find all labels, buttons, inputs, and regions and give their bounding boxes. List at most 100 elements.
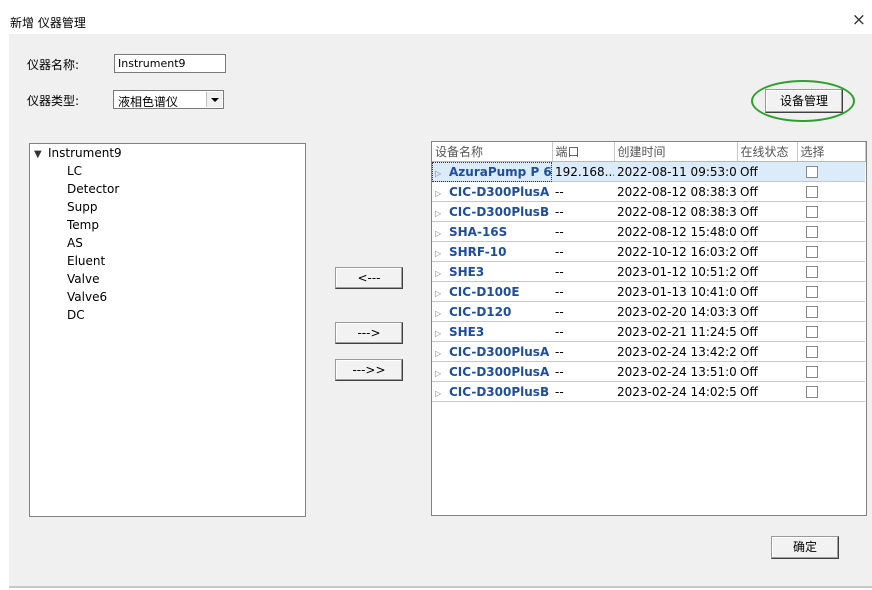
device-name-cell[interactable]: ▷ CIC-D300PlusA xyxy=(432,181,552,202)
dropdown-arrow-icon[interactable] xyxy=(206,92,222,107)
expand-triangle-icon[interactable]: ▷ xyxy=(435,169,449,178)
add-all-button[interactable]: --->> xyxy=(335,359,403,381)
device-name-cell[interactable]: ▷ CIC-D300PlusA xyxy=(432,341,552,362)
expand-triangle-icon[interactable]: ▷ xyxy=(435,209,449,218)
created-cell: 2022-08-12 08:38:32 xyxy=(614,181,737,202)
select-cell[interactable] xyxy=(797,361,865,382)
select-cell[interactable] xyxy=(797,321,865,342)
table-row[interactable]: ▷ CIC-D120 -- 2023-02-20 14:03:37 Off xyxy=(432,301,865,322)
device-name-cell[interactable]: ▷AzuraPump P 6... xyxy=(432,161,552,182)
select-checkbox[interactable] xyxy=(806,326,818,338)
tree-item[interactable]: AS xyxy=(67,236,83,250)
table-row[interactable]: ▷ CIC-D300PlusB -- 2022-08-12 08:38:39 Off xyxy=(432,201,865,222)
table-row[interactable]: ▷ SHE3 -- 2023-01-12 10:51:20 Off xyxy=(432,261,865,282)
expand-triangle-icon[interactable]: ▷ xyxy=(435,189,449,198)
device-name-cell[interactable]: ▷ CIC-D100E xyxy=(432,281,552,302)
table-row[interactable]: ▷ CIC-D300PlusB -- 2023-02-24 14:02:51 Off xyxy=(432,381,865,402)
tree-item[interactable]: LC xyxy=(67,164,82,178)
device-name-cell[interactable]: ▷ SHA-16S xyxy=(432,221,552,242)
select-checkbox[interactable] xyxy=(806,246,818,258)
device-name-cell[interactable]: ▷ SHE3 xyxy=(432,321,552,342)
device-name: CIC-D300PlusA xyxy=(449,364,550,379)
tree-item[interactable]: Temp xyxy=(67,218,99,232)
device-manage-button[interactable]: 设备管理 xyxy=(765,89,843,113)
device-name: SHE3 xyxy=(449,324,485,339)
select-cell[interactable] xyxy=(797,301,865,322)
select-checkbox[interactable] xyxy=(806,306,818,318)
expand-triangle-icon[interactable]: ▷ xyxy=(435,369,449,378)
status-cell: Off xyxy=(737,221,797,242)
device-name: CIC-D100E xyxy=(449,284,520,299)
device-name-cell[interactable]: ▷ CIC-D300PlusA xyxy=(432,361,552,382)
chevron-down-icon[interactable]: ▼ xyxy=(34,149,48,160)
select-cell[interactable] xyxy=(797,201,865,222)
expand-triangle-icon[interactable]: ▷ xyxy=(435,249,449,258)
tree-root[interactable]: ▼ Instrument9 xyxy=(34,146,122,160)
col-header-created[interactable]: 创建时间 xyxy=(614,142,738,162)
table-row[interactable]: ▷ SHE3 -- 2023-02-21 11:24:55 Off xyxy=(432,321,865,342)
tree-item[interactable]: Eluent xyxy=(67,254,105,268)
expand-triangle-icon[interactable]: ▷ xyxy=(435,289,449,298)
select-checkbox[interactable] xyxy=(806,186,818,198)
ok-button[interactable]: 确定 xyxy=(771,536,839,559)
table-row[interactable]: ▷ CIC-D300PlusA -- 2022-08-12 08:38:32 Off xyxy=(432,181,865,202)
select-cell[interactable] xyxy=(797,181,865,202)
select-cell[interactable] xyxy=(797,221,865,242)
device-name-cell[interactable]: ▷ CIC-D300PlusB xyxy=(432,381,552,402)
col-header-port[interactable]: 端口 xyxy=(552,142,615,162)
tree-item[interactable]: Valve xyxy=(67,272,99,286)
expand-triangle-icon[interactable]: ▷ xyxy=(435,329,449,338)
table-row[interactable]: ▷ CIC-D300PlusA -- 2023-02-24 13:42:28 Off xyxy=(432,341,865,362)
tree-item[interactable]: Detector xyxy=(67,182,119,196)
created-cell: 2023-01-13 10:41:00 xyxy=(614,281,737,302)
select-checkbox[interactable] xyxy=(806,386,818,398)
close-icon[interactable]: × xyxy=(852,10,866,30)
select-checkbox[interactable] xyxy=(806,166,818,178)
device-name-cell[interactable]: ▷ SHE3 xyxy=(432,261,552,282)
select-checkbox[interactable] xyxy=(806,226,818,238)
select-checkbox[interactable] xyxy=(806,206,818,218)
table-row[interactable]: ▷AzuraPump P 6...192.168....2022-08-11 0… xyxy=(432,161,865,182)
select-checkbox[interactable] xyxy=(806,346,818,358)
tree-item[interactable]: Valve6 xyxy=(67,290,107,304)
col-header-device-name[interactable]: 设备名称 xyxy=(432,142,553,162)
table-row[interactable]: ▷ CIC-D100E -- 2023-01-13 10:41:00 Off xyxy=(432,281,865,302)
select-cell[interactable] xyxy=(797,261,865,282)
created-cell: 2023-02-24 13:42:28 xyxy=(614,341,737,362)
expand-triangle-icon[interactable]: ▷ xyxy=(435,349,449,358)
status-cell: Off xyxy=(737,201,797,222)
expand-triangle-icon[interactable]: ▷ xyxy=(435,389,449,398)
port-cell: -- xyxy=(552,301,614,322)
add-button[interactable]: ---> xyxy=(335,322,403,344)
table-row[interactable]: ▷ CIC-D300PlusA -- 2023-02-24 13:51:09 Off xyxy=(432,361,865,382)
select-cell[interactable] xyxy=(797,161,865,182)
remove-button[interactable]: <--- xyxy=(335,267,403,289)
device-name: CIC-D300PlusA xyxy=(449,344,550,359)
select-checkbox[interactable] xyxy=(806,366,818,378)
expand-triangle-icon[interactable]: ▷ xyxy=(435,229,449,238)
device-name: SHE3 xyxy=(449,264,485,279)
select-cell[interactable] xyxy=(797,241,865,262)
select-cell[interactable] xyxy=(797,281,865,302)
instrument-name-input[interactable] xyxy=(114,54,226,73)
table-row[interactable]: ▷ SHA-16S -- 2022-08-12 15:48:07 Off xyxy=(432,221,865,242)
device-name: CIC-D300PlusB xyxy=(449,204,550,219)
tree-item[interactable]: Supp xyxy=(67,200,97,214)
instrument-type-select[interactable]: 液相色谱仪 xyxy=(113,90,224,109)
select-cell[interactable] xyxy=(797,341,865,362)
select-checkbox[interactable] xyxy=(806,266,818,278)
table-row[interactable]: ▷ SHRF-10 -- 2022-10-12 16:03:23 Off xyxy=(432,241,865,262)
select-checkbox[interactable] xyxy=(806,286,818,298)
device-name-cell[interactable]: ▷ SHRF-10 xyxy=(432,241,552,262)
col-header-status[interactable]: 在线状态 xyxy=(737,142,798,162)
col-header-select[interactable]: 选择 xyxy=(797,142,866,162)
tree-item[interactable]: DC xyxy=(67,308,85,322)
expand-triangle-icon[interactable]: ▷ xyxy=(435,309,449,318)
select-cell[interactable] xyxy=(797,381,865,402)
port-cell: -- xyxy=(552,241,614,262)
status-cell: Off xyxy=(737,321,797,342)
device-name-cell[interactable]: ▷ CIC-D120 xyxy=(432,301,552,322)
expand-triangle-icon[interactable]: ▷ xyxy=(435,269,449,278)
device-name-cell[interactable]: ▷ CIC-D300PlusB xyxy=(432,201,552,222)
created-cell: 2023-02-24 14:02:51 xyxy=(614,381,737,402)
